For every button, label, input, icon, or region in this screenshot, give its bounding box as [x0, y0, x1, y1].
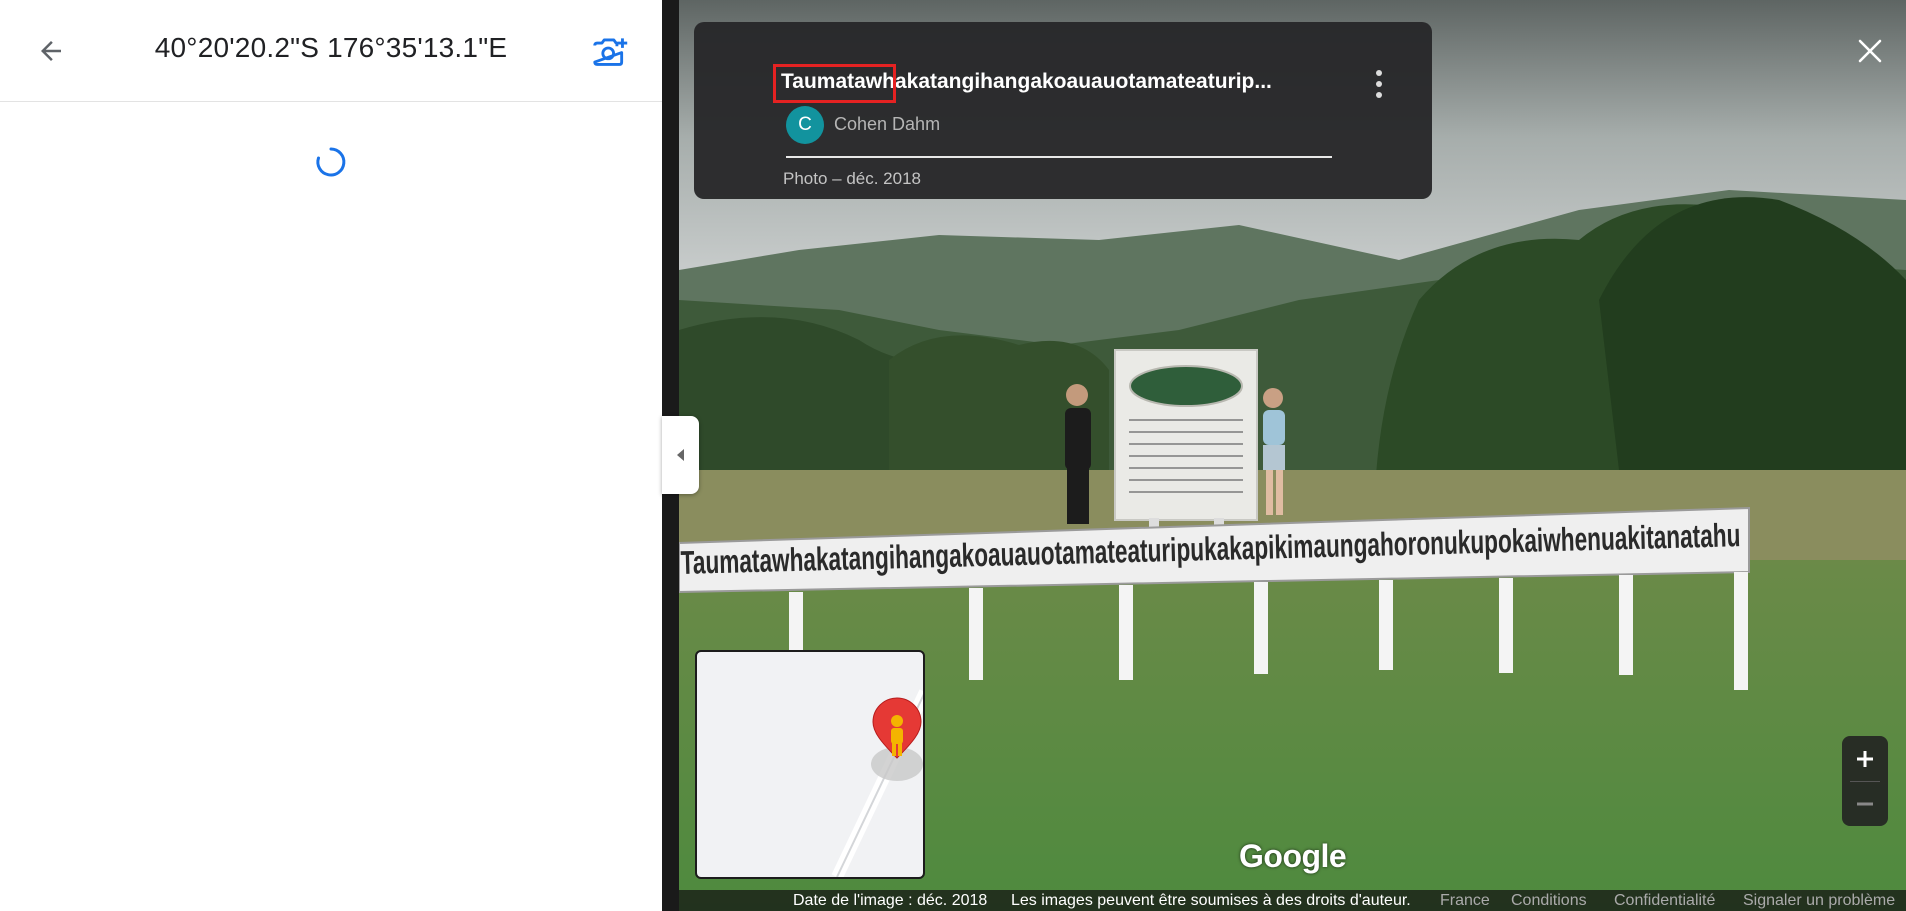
google-logo: Google	[1239, 838, 1347, 874]
photo-viewer[interactable]: Taumatawhakatangihangakoauauotamateaturi…	[679, 0, 1906, 911]
zoom-in-button[interactable]	[1842, 736, 1888, 781]
footer-link-conditions[interactable]: Conditions	[1511, 892, 1587, 910]
chevron-left-icon	[676, 449, 684, 461]
close-icon	[1858, 39, 1882, 63]
footer-link-privacy[interactable]: Confidentialité	[1614, 892, 1715, 910]
zoom-control	[1842, 736, 1888, 826]
minus-icon	[1857, 802, 1873, 806]
footer-link-france[interactable]: France	[1440, 892, 1490, 910]
plus-icon	[1857, 750, 1873, 767]
footer-link-report[interactable]: Signaler un problème	[1743, 892, 1895, 910]
arrow-back-icon	[41, 41, 61, 61]
collapse-panel-button[interactable]	[662, 416, 699, 494]
copyright-notice: Les images peuvent être soumises à des d…	[1011, 892, 1411, 909]
add-photo-camera-icon	[593, 38, 628, 66]
more-options-button[interactable]	[1364, 64, 1394, 104]
spinner-icon	[316, 147, 346, 177]
minimap[interactable]	[695, 650, 925, 879]
author-avatar[interactable]: C	[786, 106, 824, 144]
more-vertical-icon	[1376, 70, 1382, 98]
coordinates-title: 40°20'20.2"S 176°35'13.1"E	[154, 32, 508, 63]
side-panel: 40°20'20.2"S 176°35'13.1"E	[0, 0, 662, 911]
back-button[interactable]	[26, 26, 76, 76]
pegman-icon	[872, 697, 922, 759]
photo-date: Photo – déc. 2018	[783, 169, 922, 188]
photo-info-card: Taumatawhakatangihangakoauauotamateaturi…	[694, 22, 1432, 199]
place-title[interactable]: Taumatawhakatangihangakoauauotamateaturi…	[781, 70, 1272, 94]
close-button[interactable]	[1849, 30, 1891, 72]
image-date: Date de l'image : déc. 2018	[793, 892, 988, 909]
author-name[interactable]: Cohen Dahm	[834, 114, 940, 135]
panel-header: 40°20'20.2"S 176°35'13.1"E	[0, 0, 662, 102]
progress-line	[786, 156, 1332, 158]
attribution-footer: Date de l'image : déc. 2018 Les images p…	[679, 890, 1906, 911]
zoom-out-button[interactable]	[1842, 782, 1888, 826]
add-photo-button[interactable]	[584, 26, 634, 76]
